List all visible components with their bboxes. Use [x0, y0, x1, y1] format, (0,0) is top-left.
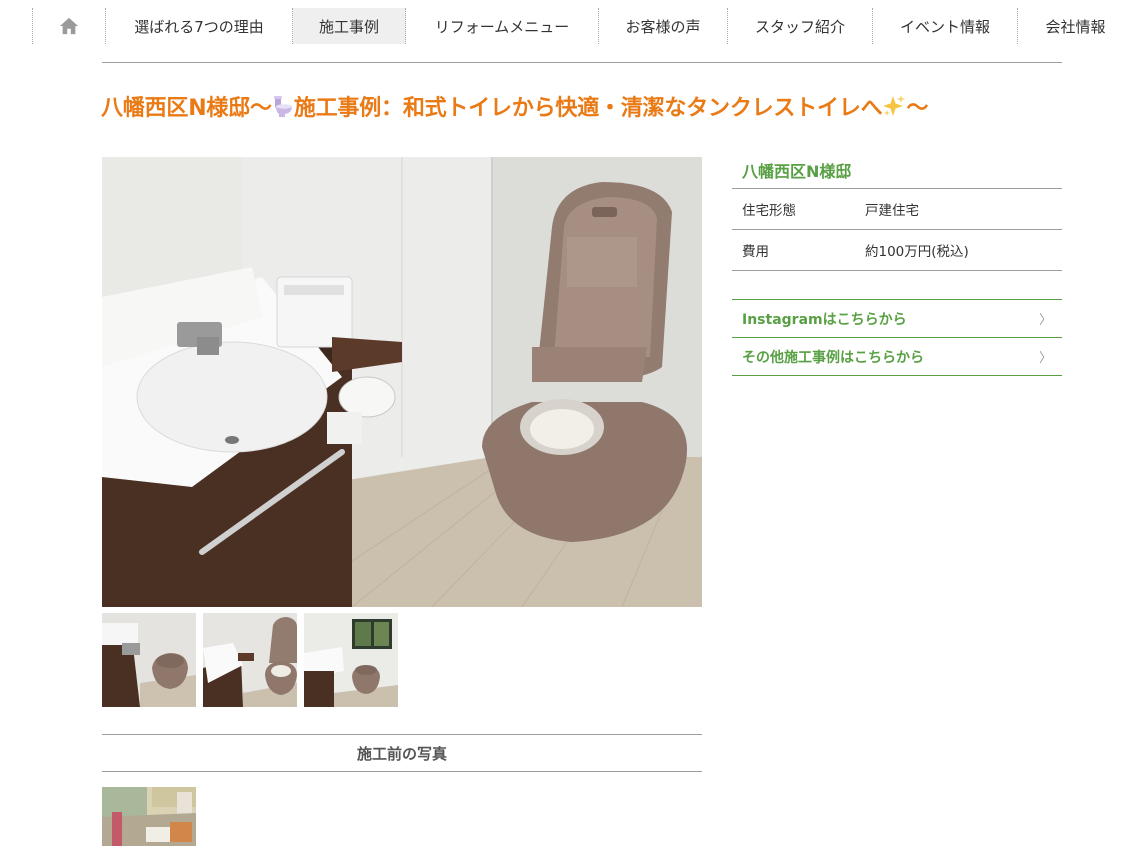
main-photo	[102, 157, 702, 607]
global-nav: 選ばれる7つの理由 施工事例 リフォームメニュー お客様の声 スタッフ紹介 イベ…	[32, 8, 1130, 44]
thumbnail-row	[102, 613, 398, 707]
toilet-thumbnail-3	[304, 613, 398, 707]
other-cases-link[interactable]: その他施工事例はこちらから 〉	[732, 338, 1062, 376]
sparkles-emoji-icon	[882, 94, 906, 124]
page-title: 八幡西区N様邸～ 施工事例：和式トイレから快適・清潔なタンクレストイレへ ～	[101, 90, 1091, 124]
thumbnail-3[interactable]	[304, 613, 398, 707]
chevron-right-icon: 〉	[1038, 313, 1052, 328]
case-info-table: 住宅形態 戸建住宅 費用 約100万円(税込)	[732, 188, 1062, 271]
side-links: Instagramはこちらから 〉 その他施工事例はこちらから 〉	[732, 299, 1062, 376]
nav-item-reform-menu[interactable]: リフォームメニュー	[406, 8, 599, 44]
info-row-cost: 費用 約100万円(税込)	[732, 229, 1062, 271]
instagram-link[interactable]: Instagramはこちらから 〉	[732, 300, 1062, 338]
thumbnail-1[interactable]	[102, 613, 196, 707]
nav-home-button[interactable]	[33, 8, 106, 44]
info-row-house-type: 住宅形態 戸建住宅	[732, 188, 1062, 230]
tankless-toilet-photo	[102, 157, 702, 607]
thumbnail-2[interactable]	[203, 613, 297, 707]
info-key: 住宅形態	[732, 188, 855, 230]
info-value: 戸建住宅	[855, 188, 1062, 230]
before-photo-icon	[102, 787, 196, 846]
nav-divider	[102, 62, 1062, 63]
toilet-emoji-icon	[272, 94, 294, 124]
nav-item-staff[interactable]: スタッフ紹介	[728, 8, 873, 44]
nav-item-events[interactable]: イベント情報	[873, 8, 1018, 44]
case-name: 八幡西区N様邸	[742, 162, 852, 181]
home-icon	[59, 17, 79, 35]
toilet-thumbnail-2	[203, 613, 297, 707]
before-photos-heading: 施工前の写真	[102, 734, 702, 772]
nav-item-reasons[interactable]: 選ばれる7つの理由	[106, 8, 293, 44]
case-info-panel: 八幡西区N様邸 住宅形態 戸建住宅 費用 約100万円(税込) Instagra…	[732, 150, 1062, 376]
info-value: 約100万円(税込)	[855, 229, 1062, 271]
chevron-right-icon: 〉	[1038, 351, 1052, 366]
before-thumbnail-1[interactable]	[102, 787, 196, 846]
nav-item-company[interactable]: 会社情報	[1018, 8, 1130, 44]
toilet-thumbnail-1	[102, 613, 196, 707]
nav-item-cases[interactable]: 施工事例	[293, 8, 406, 44]
info-key: 費用	[732, 229, 855, 271]
nav-item-voices[interactable]: お客様の声	[599, 8, 728, 44]
